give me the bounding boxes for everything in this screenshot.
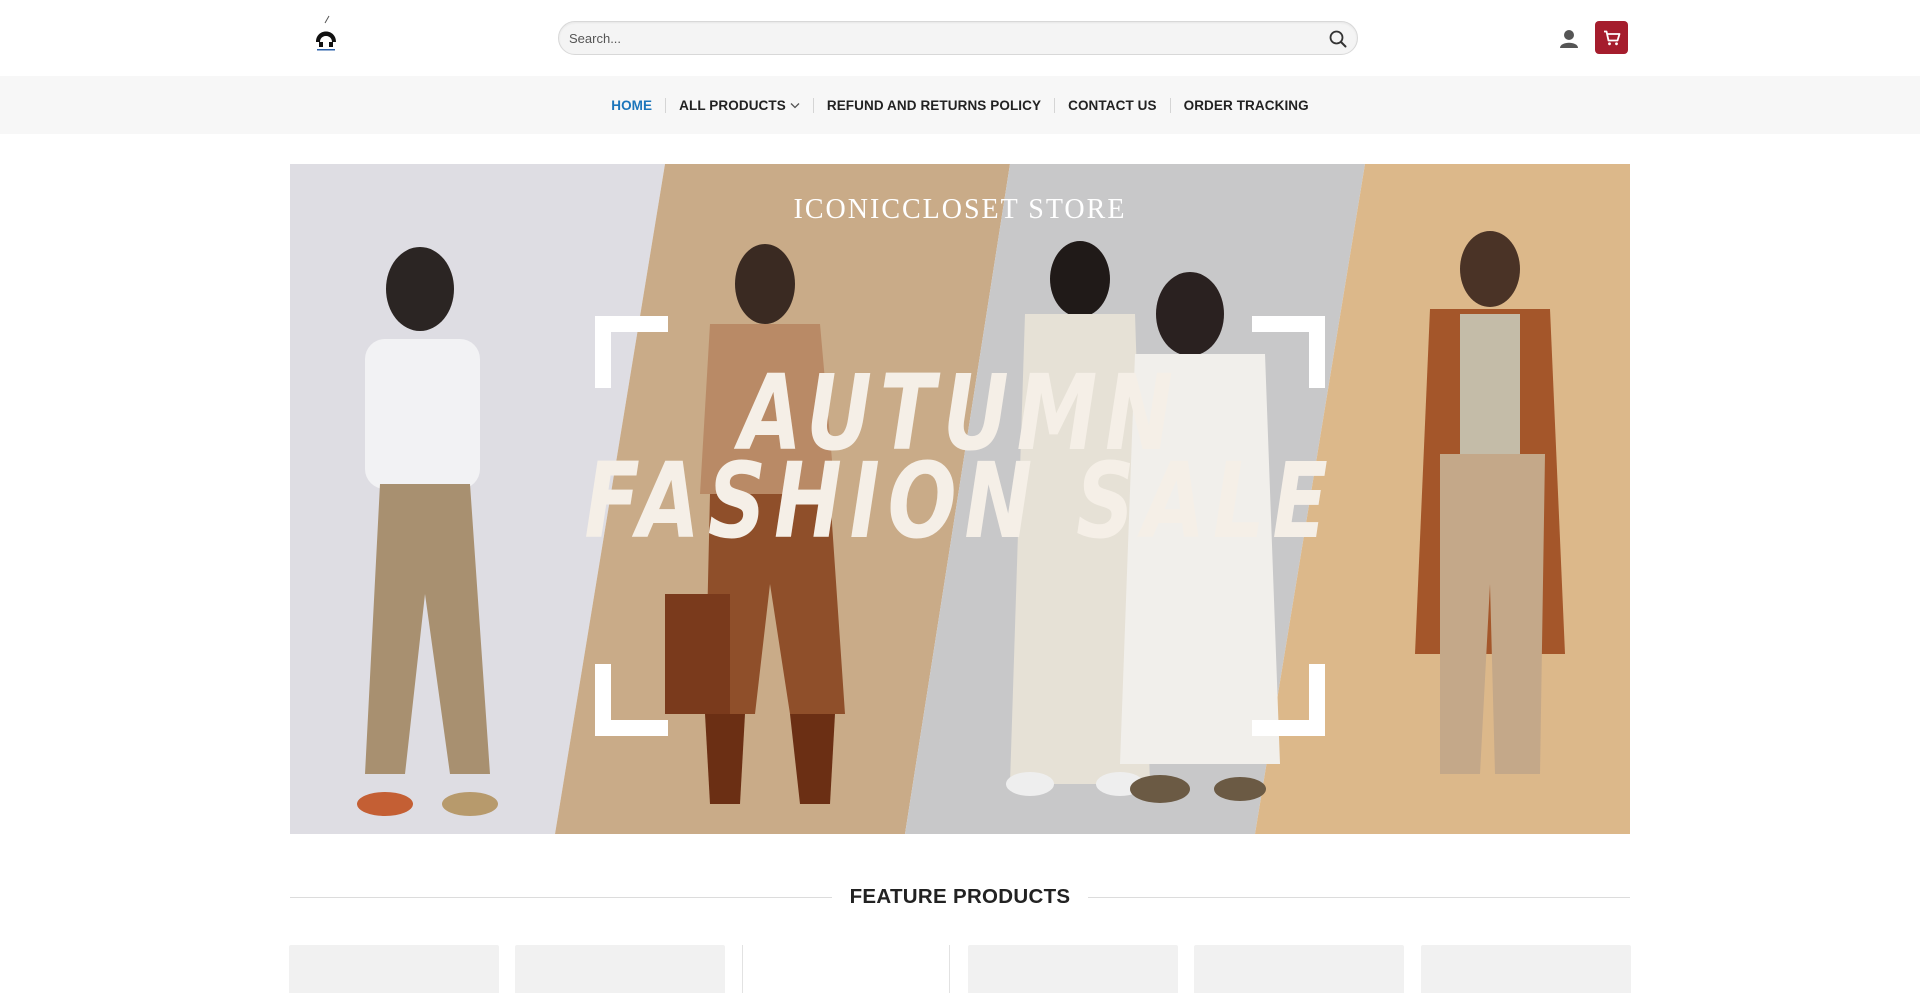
section-title: FEATURE PRODUCTS — [849, 885, 1071, 908]
user-icon — [1560, 30, 1578, 48]
chevron-down-icon — [790, 102, 800, 108]
product-card[interactable] — [1421, 945, 1631, 993]
nav-label: HOME — [611, 97, 653, 113]
nav-item-all-products[interactable]: ALL PRODUCTS — [666, 98, 813, 113]
product-card[interactable] — [968, 945, 1178, 993]
main-navigation: HOME ALL PRODUCTS REFUND AND RETURNS POL… — [0, 76, 1920, 134]
nav-label: ORDER TRACKING — [1183, 97, 1309, 113]
heading-divider-right — [1088, 896, 1630, 898]
site-header — [0, 0, 1920, 76]
nav-item-refund-policy[interactable]: REFUND AND RETURNS POLICY — [814, 98, 1054, 113]
nav-label: ALL PRODUCTS — [679, 97, 786, 113]
card-divider — [949, 945, 950, 993]
heading-divider-left — [290, 896, 832, 898]
hero-title-line2: FASHION SALE — [584, 440, 1336, 562]
nav-list: HOME ALL PRODUCTS REFUND AND RETURNS POL… — [598, 97, 1322, 113]
nav-item-home[interactable]: HOME — [598, 98, 665, 113]
hero-banner[interactable]: ICONICCLOSET STORE AUTUMN FASHION SALE — [290, 164, 1630, 834]
search-icon — [1329, 30, 1347, 48]
cart-button[interactable] — [1595, 21, 1628, 54]
product-card[interactable] — [515, 945, 725, 993]
product-grid — [289, 945, 1631, 993]
product-card[interactable] — [289, 945, 499, 993]
cart-icon — [1603, 30, 1620, 45]
nav-item-contact-us[interactable]: CONTACT US — [1055, 98, 1170, 113]
search-button[interactable] — [1327, 28, 1349, 50]
nav-label: REFUND AND RETURNS POLICY — [826, 97, 1042, 113]
account-button[interactable] — [1558, 28, 1580, 50]
search-bar — [558, 21, 1358, 55]
featured-products-heading: FEATURE PRODUCTS — [290, 880, 1630, 914]
hero-title: AUTUMN FASHION SALE — [290, 361, 1630, 562]
nav-item-order-tracking[interactable]: ORDER TRACKING — [1171, 98, 1322, 113]
search-input[interactable] — [559, 22, 1319, 54]
product-card[interactable] — [1194, 945, 1404, 993]
store-logo[interactable] — [310, 14, 342, 54]
hero-store-name: ICONICCLOSET STORE — [793, 194, 1127, 225]
card-divider — [742, 945, 743, 993]
nav-label: CONTACT US — [1068, 97, 1157, 113]
